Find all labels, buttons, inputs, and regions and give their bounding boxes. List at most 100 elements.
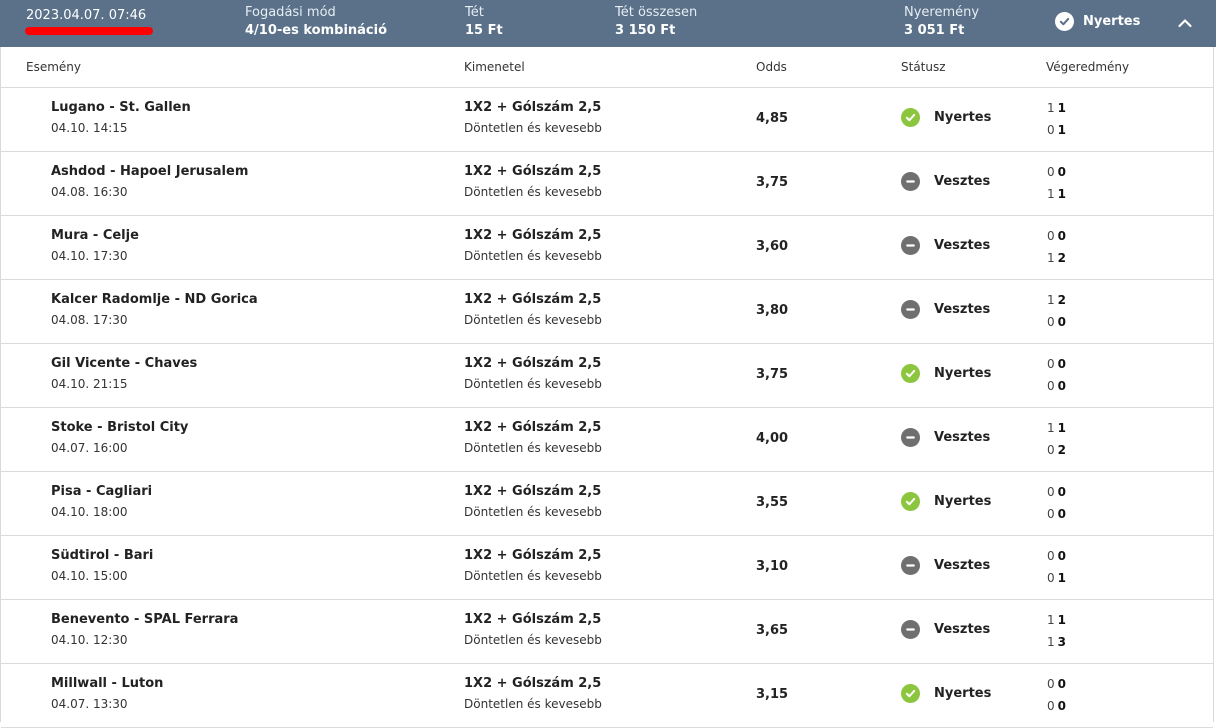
total-stake-label: Tét összesen	[615, 5, 698, 20]
bet-mode: Fogadási mód 4/10-es kombináció	[245, 4, 387, 41]
event-date: 04.10. 18:00	[51, 505, 128, 519]
minus-circle-icon	[901, 172, 920, 191]
home-halftime-score: 1	[1047, 101, 1055, 115]
away-halftime-score: 0	[1047, 699, 1055, 713]
away-score: 02	[1047, 443, 1066, 457]
odds-value: 3,55	[756, 495, 789, 510]
home-final-score: 1	[1057, 421, 1066, 435]
outcome-selection: Döntetlen és kevesebb	[464, 249, 602, 263]
outcome-selection: Döntetlen és kevesebb	[464, 505, 602, 519]
event-name: Südtirol - Bari	[51, 548, 154, 563]
away-final-score: 0	[1057, 507, 1066, 521]
away-halftime-score: 1	[1047, 635, 1055, 649]
away-halftime-score: 0	[1047, 507, 1055, 521]
total-stake: Tét összesen 3 150 Ft	[615, 4, 697, 41]
home-halftime-score: 0	[1047, 485, 1055, 499]
chevron-up-icon[interactable]	[1176, 14, 1194, 32]
away-score: 01	[1047, 571, 1066, 585]
outcome-selection: Döntetlen és kevesebb	[464, 185, 602, 199]
row-status: Nyertes	[901, 684, 991, 703]
outcome-market: 1X2 + Gólszám 2,5	[464, 356, 602, 371]
odds-value: 3,15	[756, 687, 789, 702]
event-date: 04.07. 13:30	[51, 697, 128, 711]
event-date: 04.08. 16:30	[51, 185, 128, 199]
away-halftime-score: 0	[1047, 443, 1055, 457]
odds-value: 3,65	[756, 623, 789, 638]
bet-status: Nyertes	[1055, 12, 1140, 31]
home-final-score: 0	[1057, 357, 1066, 371]
home-score: 00	[1047, 357, 1066, 371]
outcome-selection: Döntetlen és kevesebb	[464, 121, 602, 135]
away-final-score: 3	[1057, 635, 1066, 649]
outcome-selection: Döntetlen és kevesebb	[464, 633, 602, 647]
table-row: Stoke - Bristol City 04.07. 16:00 1X2 + …	[1, 408, 1213, 472]
outcome-market: 1X2 + Gólszám 2,5	[464, 548, 602, 563]
status-text: Vesztes	[934, 174, 991, 189]
winnings: Nyeremény 3 051 Ft	[904, 4, 979, 41]
event-name: Benevento - SPAL Ferrara	[51, 612, 239, 627]
home-final-score: 0	[1057, 549, 1066, 563]
home-halftime-score: 0	[1047, 549, 1055, 563]
row-status: Nyertes	[901, 108, 991, 127]
home-score: 00	[1047, 165, 1066, 179]
home-final-score: 0	[1057, 165, 1066, 179]
outcome-selection: Döntetlen és kevesebb	[464, 313, 602, 327]
home-score: 00	[1047, 229, 1066, 243]
bet-summary-header[interactable]: 2023.04.07. 07:46 Fogadási mód 4/10-es k…	[0, 0, 1216, 47]
status-text: Nyertes	[934, 494, 992, 509]
away-score: 00	[1047, 699, 1066, 713]
table-row: Mura - Celje 04.10. 17:30 1X2 + Gólszám …	[1, 216, 1213, 280]
home-score: 11	[1047, 613, 1066, 627]
row-status: Vesztes	[901, 428, 990, 447]
home-halftime-score: 0	[1047, 677, 1055, 691]
redaction-mark	[25, 27, 153, 35]
stake-label: Tét	[465, 5, 484, 20]
table-row: Millwall - Luton 04.07. 13:30 1X2 + Góls…	[1, 664, 1213, 728]
home-halftime-score: 0	[1047, 165, 1055, 179]
minus-circle-icon	[901, 236, 920, 255]
event-date: 04.10. 15:00	[51, 569, 128, 583]
home-score: 11	[1047, 421, 1066, 435]
away-final-score: 1	[1057, 187, 1066, 201]
event-date: 04.10. 21:15	[51, 377, 128, 391]
winnings-label: Nyeremény	[904, 5, 980, 20]
away-score: 01	[1047, 123, 1066, 137]
check-circle-icon	[901, 364, 920, 383]
column-header-event: Esemény	[26, 60, 81, 74]
bet-mode-value: 4/10-es kombináció	[245, 23, 388, 38]
event-name: Gil Vicente - Chaves	[51, 356, 198, 371]
table-row: Pisa - Cagliari 04.10. 18:00 1X2 + Gólsz…	[1, 472, 1213, 536]
minus-circle-icon	[901, 556, 920, 575]
outcome-selection: Döntetlen és kevesebb	[464, 697, 602, 711]
column-header-result: Végeredmény	[1046, 60, 1130, 74]
outcome-market: 1X2 + Gólszám 2,5	[464, 676, 602, 691]
table-row: Kalcer Radomlje - ND Gorica 04.08. 17:30…	[1, 280, 1213, 344]
stake-value: 15 Ft	[465, 23, 503, 38]
outcome-selection: Döntetlen és kevesebb	[464, 569, 602, 583]
away-halftime-score: 0	[1047, 379, 1055, 393]
row-status: Vesztes	[901, 172, 990, 191]
event-date: 04.10. 12:30	[51, 633, 128, 647]
away-final-score: 1	[1057, 123, 1066, 137]
event-date: 04.08. 17:30	[51, 313, 128, 327]
event-date: 04.10. 17:30	[51, 249, 128, 263]
row-status: Vesztes	[901, 300, 990, 319]
away-halftime-score: 0	[1047, 123, 1055, 137]
away-halftime-score: 0	[1047, 315, 1055, 329]
row-status: Vesztes	[901, 556, 990, 575]
home-final-score: 1	[1057, 613, 1066, 627]
odds-value: 3,75	[756, 175, 789, 190]
status-text: Vesztes	[934, 430, 991, 445]
outcome-market: 1X2 + Gólszám 2,5	[464, 420, 602, 435]
home-halftime-score: 1	[1047, 293, 1055, 307]
away-final-score: 0	[1057, 315, 1066, 329]
away-final-score: 2	[1057, 443, 1066, 457]
home-halftime-score: 1	[1047, 613, 1055, 627]
away-score: 12	[1047, 251, 1066, 265]
outcome-market: 1X2 + Gólszám 2,5	[464, 100, 602, 115]
event-name: Lugano - St. Gallen	[51, 100, 191, 115]
away-final-score: 2	[1057, 251, 1066, 265]
row-status: Nyertes	[901, 364, 991, 383]
table-row: Ashdod - Hapoel Jerusalem 04.08. 16:30 1…	[1, 152, 1213, 216]
event-name: Millwall - Luton	[51, 676, 164, 691]
